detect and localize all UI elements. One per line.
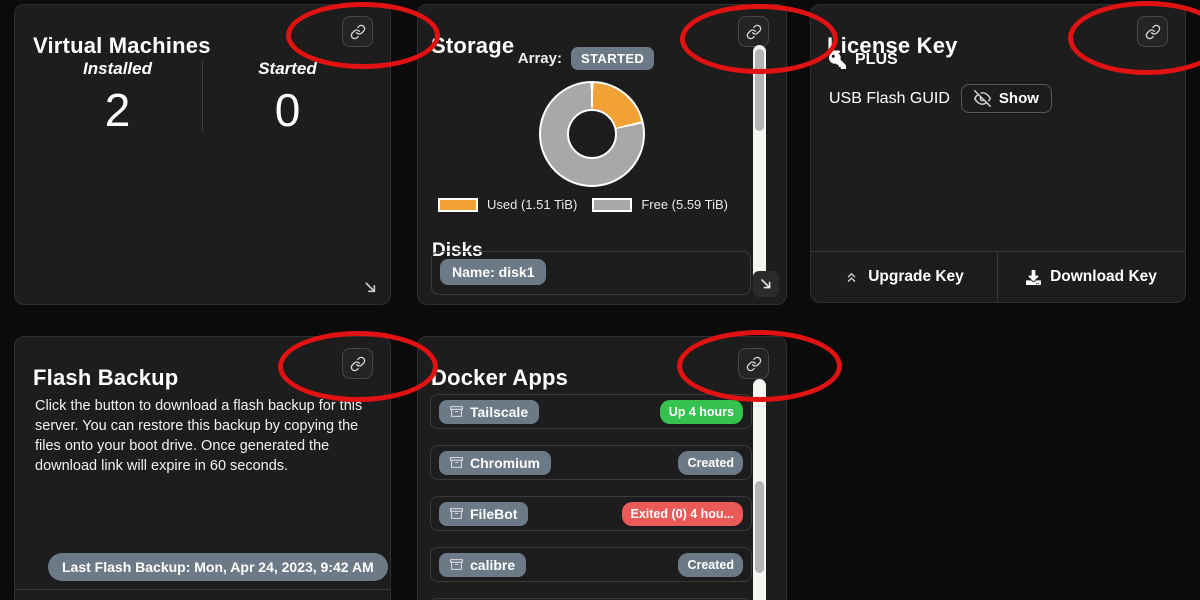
docker-app-name-badge: calibre bbox=[439, 553, 526, 577]
license-tier-row: PLUS bbox=[829, 51, 898, 69]
docker-app-row[interactable]: FileBot Exited (0) 4 hou... bbox=[430, 496, 752, 531]
docker-app-row[interactable]: Chromium Created bbox=[430, 445, 752, 480]
archive-box-icon bbox=[450, 507, 463, 520]
docker-app-status-badge: Created bbox=[678, 553, 743, 577]
donut-hole bbox=[567, 109, 617, 159]
docker-app-name-badge: Chromium bbox=[439, 451, 551, 475]
docker-app-row[interactable]: calibre Created bbox=[430, 547, 752, 582]
storage-usage-donut-chart bbox=[539, 81, 645, 187]
docker-app-status-badge: Up 4 hours bbox=[660, 400, 743, 424]
link-icon bbox=[1145, 24, 1161, 40]
download-key-button[interactable]: Download Key bbox=[998, 252, 1185, 302]
link-icon bbox=[350, 24, 366, 40]
resize-arrow-icon bbox=[362, 279, 379, 296]
storage-link-button[interactable] bbox=[738, 16, 769, 47]
docker-app-row[interactable]: Tailscale Up 4 hours bbox=[430, 394, 752, 429]
docker-app-name: calibre bbox=[470, 557, 515, 573]
vm-started-value: 0 bbox=[203, 87, 372, 133]
disk-name-badge: Name: disk1 bbox=[440, 259, 546, 285]
array-label: Array: bbox=[518, 50, 562, 67]
vm-installed-value: 2 bbox=[33, 87, 202, 133]
link-icon bbox=[350, 356, 366, 372]
flash-backup-title: Flash Backup bbox=[33, 365, 178, 391]
link-icon bbox=[746, 24, 762, 40]
legend-free-label: Free (5.59 TiB) bbox=[641, 197, 728, 212]
vm-installed-column: Installed 2 bbox=[33, 59, 202, 133]
resize-arrow-icon bbox=[758, 276, 774, 292]
last-flash-backup-badge: Last Flash Backup: Mon, Apr 24, 2023, 9:… bbox=[48, 553, 388, 581]
archive-box-icon bbox=[450, 558, 463, 571]
legend-used-label: Used (1.51 TiB) bbox=[487, 197, 577, 212]
virtual-machines-link-button[interactable] bbox=[342, 16, 373, 47]
eye-off-icon bbox=[974, 90, 991, 107]
upgrade-key-button[interactable]: Upgrade Key bbox=[811, 252, 998, 302]
docker-app-status-badge: Exited (0) 4 hou... bbox=[622, 502, 744, 526]
license-key-link-button[interactable] bbox=[1137, 16, 1168, 47]
docker-app-name: FileBot bbox=[470, 506, 517, 522]
license-key-card: License Key PLUS USB Flash GUID Show Upg… bbox=[810, 4, 1186, 303]
license-key-footer: Upgrade Key Download Key bbox=[811, 251, 1185, 302]
vm-started-column: Started 0 bbox=[203, 59, 372, 133]
archive-box-icon bbox=[450, 405, 463, 418]
docker-app-name-badge: FileBot bbox=[439, 502, 528, 526]
chevrons-up-icon bbox=[844, 270, 859, 285]
vm-stats: Installed 2 Started 0 bbox=[33, 59, 372, 133]
docker-apps-link-button[interactable] bbox=[738, 348, 769, 379]
guid-label: USB Flash GUID bbox=[829, 90, 950, 108]
resize-handle[interactable] bbox=[753, 271, 779, 297]
array-status-row: Array: STARTED bbox=[418, 47, 754, 70]
disk-list-item: Name: disk1 bbox=[431, 251, 751, 295]
legend-swatch-used bbox=[438, 198, 478, 212]
unraid-dashboard: Virtual Machines Installed 2 Started 0 S… bbox=[0, 0, 1200, 600]
vm-installed-label: Installed bbox=[33, 59, 202, 79]
virtual-machines-card: Virtual Machines Installed 2 Started 0 bbox=[14, 4, 391, 305]
storage-scrollbar-thumb[interactable] bbox=[755, 49, 764, 131]
array-status-badge: STARTED bbox=[571, 47, 654, 70]
download-key-label: Download Key bbox=[1050, 268, 1157, 286]
storage-card: Storage Array: STARTED Used (1.51 TiB) F… bbox=[417, 4, 787, 305]
storage-legend: Used (1.51 TiB) Free (5.59 TiB) bbox=[418, 197, 754, 212]
virtual-machines-title: Virtual Machines bbox=[33, 33, 211, 59]
flash-backup-link-button[interactable] bbox=[342, 348, 373, 379]
docker-apps-card: Docker Apps Tailscale Up 4 hours Chromiu… bbox=[417, 336, 787, 600]
show-button-label: Show bbox=[999, 90, 1039, 107]
docker-apps-title: Docker Apps bbox=[431, 365, 568, 391]
docker-app-status-badge: Created bbox=[678, 451, 743, 475]
upgrade-key-label: Upgrade Key bbox=[868, 268, 964, 286]
flash-backup-description: Click the button to download a flash bac… bbox=[35, 396, 369, 476]
license-tier-label: PLUS bbox=[855, 51, 898, 69]
flash-backup-footer-divider bbox=[15, 589, 390, 590]
link-icon bbox=[746, 356, 762, 372]
resize-handle[interactable] bbox=[359, 276, 381, 298]
docker-app-name: Chromium bbox=[470, 455, 540, 471]
flash-backup-card: Flash Backup Click the button to downloa… bbox=[14, 336, 391, 600]
key-icon bbox=[829, 52, 846, 69]
download-icon bbox=[1026, 270, 1041, 285]
show-guid-button[interactable]: Show bbox=[961, 84, 1052, 113]
docker-scrollbar-track bbox=[753, 379, 766, 600]
docker-scrollbar-thumb[interactable] bbox=[755, 481, 764, 573]
archive-box-icon bbox=[450, 456, 463, 469]
docker-app-name-badge: Tailscale bbox=[439, 400, 539, 424]
legend-swatch-free bbox=[592, 198, 632, 212]
vm-started-label: Started bbox=[203, 59, 372, 79]
docker-app-name: Tailscale bbox=[470, 404, 528, 420]
storage-scrollbar-track bbox=[753, 45, 766, 295]
guid-row: USB Flash GUID Show bbox=[829, 84, 1052, 113]
